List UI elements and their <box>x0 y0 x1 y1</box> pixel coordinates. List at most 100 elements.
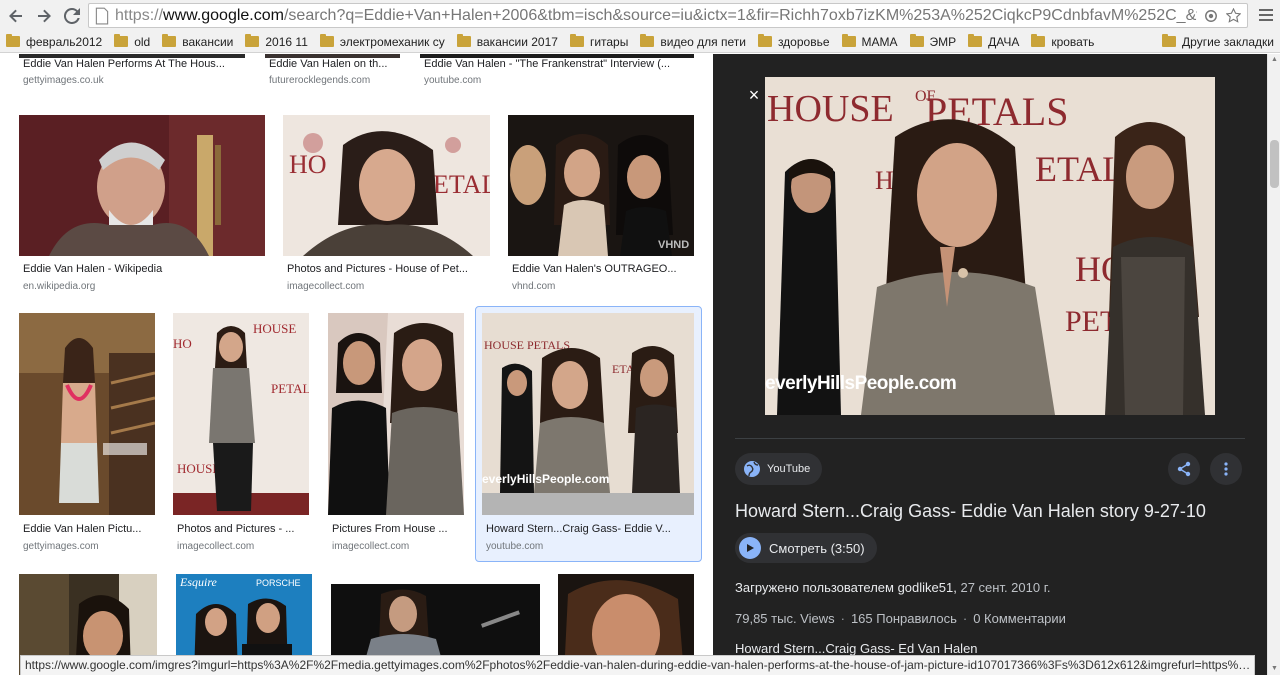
lens-icon[interactable] <box>1203 8 1219 24</box>
svg-text:HOUSE: HOUSE <box>767 88 894 130</box>
result-caption: Eddie Van Halen's OUTRAGEO... <box>512 263 677 275</box>
video-stats: 79,85 тыс. Views · 165 Понравилось · 0 Комме… <box>735 611 1066 626</box>
folder-icon <box>6 34 20 47</box>
result-thumbnail <box>19 115 265 256</box>
result-caption: Pictures From House ... <box>332 523 448 535</box>
reload-icon <box>64 7 80 24</box>
watch-label: Смотреть (3:50) <box>769 540 865 556</box>
share-icon <box>1177 461 1191 477</box>
page-scrollbar[interactable]: ▲ ▼ <box>1267 54 1280 675</box>
svg-text:Esquire: Esquire <box>179 575 218 589</box>
image-result[interactable]: HOUSE HO PETALS HOUSE Photos and Picture… <box>173 313 309 555</box>
result-source: youtube.com <box>424 75 482 86</box>
bookmark-folder[interactable]: ЭМР <box>904 31 963 53</box>
bookmark-folder[interactable]: вакансии 2017 <box>451 31 564 53</box>
folder-icon <box>968 34 983 47</box>
result-caption: Eddie Van Halen Performs At The Hous... <box>23 58 225 70</box>
bookmark-folder[interactable]: вакансии <box>156 31 239 53</box>
folder-icon <box>162 34 177 47</box>
image-result[interactable]: Eddie Van Halen Performs At The Hous... … <box>19 54 245 100</box>
bookmark-folder[interactable]: февраль2012 <box>0 31 108 53</box>
scrollbar-thumb[interactable] <box>1270 140 1279 188</box>
folder-icon <box>841 34 856 47</box>
image-result[interactable]: HO ETAL Photos and Pictures - House of P… <box>283 115 490 295</box>
comments-count: 0 Комментарии <box>973 611 1066 626</box>
address-bar[interactable]: https://www.google.com/search?q=Eddie+Va… <box>88 3 1248 28</box>
preview-photo: HOUSE OF PETALS HOUSE ETALS HOU PET <box>765 77 1215 415</box>
more-vert-icon <box>1224 462 1228 476</box>
image-result[interactable]: Eddie Van Halen on th... futurerocklegen… <box>265 54 400 100</box>
more-options-button[interactable] <box>1210 453 1242 485</box>
share-button[interactable] <box>1168 453 1200 485</box>
image-result[interactable]: Eddie Van Halen Pictu... gettyimages.com <box>19 313 155 555</box>
svg-text:ETAL: ETAL <box>433 170 490 199</box>
other-bookmarks[interactable]: Другие закладки <box>1156 31 1280 53</box>
result-source: imagecollect.com <box>332 541 410 552</box>
play-icon <box>739 537 761 559</box>
result-source: futurerocklegends.com <box>269 75 371 86</box>
result-thumbnail <box>19 313 155 515</box>
result-source: gettyimages.com <box>23 541 99 552</box>
image-results: Eddie Van Halen Performs At The Hous... … <box>0 54 713 675</box>
back-button[interactable] <box>4 4 28 28</box>
views-count: 79,85 тыс. Views <box>735 611 835 626</box>
folder-icon <box>909 34 924 47</box>
image-result[interactable]: Eddie Van Halen - Wikipedia en.wikipedia… <box>19 115 265 295</box>
result-source: imagecollect.com <box>177 541 255 552</box>
likes-count: 165 Понравилось <box>850 611 957 626</box>
bookmark-folder[interactable]: здоровье <box>752 31 836 53</box>
result-caption: Howard Stern...Craig Gass- Eddie V... <box>486 523 671 535</box>
svg-text:PETALS: PETALS <box>271 381 309 396</box>
folder-icon <box>245 34 260 47</box>
bookmark-folder[interactable]: old <box>108 31 156 53</box>
source-chip[interactable]: YouTube <box>735 453 823 485</box>
image-result-selected[interactable]: HOUSE PETALS ETALS everlyHillsPeople.com… <box>482 313 694 555</box>
preview-watermark: everlyHillsPeople.com <box>765 373 957 394</box>
folder-icon <box>1031 34 1046 47</box>
result-caption: Eddie Van Halen - Wikipedia <box>23 263 163 275</box>
result-thumbnail: HO ETAL <box>283 115 490 256</box>
status-bar-link-preview: https://www.google.com/imgres?imgurl=htt… <box>20 655 1256 675</box>
close-icon: × <box>748 85 760 105</box>
result-caption: Photos and Pictures - House of Pet... <box>287 263 468 275</box>
bookmark-folder[interactable]: МАМА <box>836 31 904 53</box>
bookmark-folder[interactable]: 2016 11 <box>239 31 314 53</box>
bookmark-folder[interactable]: электромеханик су <box>314 31 451 53</box>
scroll-down-icon[interactable]: ▼ <box>1270 665 1279 673</box>
svg-text:HO: HO <box>173 336 192 351</box>
folder-icon <box>1162 34 1177 47</box>
result-thumbnail <box>328 313 464 515</box>
svg-text:VHND: VHND <box>658 239 689 251</box>
image-result[interactable]: Pictures From House ... imagecollect.com <box>328 313 464 555</box>
folder-icon <box>114 34 129 47</box>
url-text: https://www.google.com/search?q=Eddie+Va… <box>115 6 1197 24</box>
result-caption: Eddie Van Halen on th... <box>269 58 388 70</box>
bookmark-folder[interactable]: гитары <box>564 31 634 53</box>
bookmark-star-icon[interactable] <box>1225 8 1241 24</box>
bookmarks-bar: февраль2012 old вакансии 2016 11 электро… <box>0 31 1280 53</box>
preview-image[interactable]: HOUSE OF PETALS HOUSE ETALS HOU PET <box>765 77 1215 415</box>
svg-text:HOUSE: HOUSE <box>177 461 220 476</box>
reload-button[interactable] <box>60 4 84 28</box>
scroll-up-icon[interactable]: ▲ <box>1270 56 1279 64</box>
svg-text:HOUSE PETALS: HOUSE PETALS <box>484 338 570 352</box>
forward-button[interactable] <box>32 4 56 28</box>
bookmark-folder[interactable]: кровать <box>1025 31 1100 53</box>
upload-info: Загружено пользователем godlike51, 27 се… <box>735 580 1051 595</box>
result-caption: Photos and Pictures - ... <box>177 523 295 535</box>
watch-button[interactable]: Смотреть (3:50) <box>735 533 877 563</box>
image-result[interactable]: Eddie Van Halen - "The Frankenstrat" Int… <box>420 54 694 100</box>
video-description: Howard Stern...Craig Gass- Ed Van Halen <box>735 641 978 656</box>
result-thumbnail: HOUSE PETALS ETALS everlyHillsPeople.com <box>482 313 694 515</box>
close-preview-button[interactable]: × <box>746 85 762 105</box>
browser-menu-button[interactable] <box>1258 7 1274 23</box>
preview-title[interactable]: Howard Stern...Craig Gass- Eddie Van Hal… <box>735 501 1255 522</box>
arrow-left-icon <box>9 9 22 22</box>
image-result[interactable]: VHND Eddie Van Halen's OUTRAGEO... vhnd.… <box>508 115 694 295</box>
bookmark-folder[interactable]: видео для пети <box>634 31 752 53</box>
bookmark-folder[interactable]: ДАЧА <box>962 31 1025 53</box>
folder-icon <box>319 34 334 47</box>
result-caption: Eddie Van Halen - "The Frankenstrat" Int… <box>424 58 671 70</box>
result-source: gettyimages.co.uk <box>23 75 104 86</box>
page-content: Eddie Van Halen Performs At The Hous... … <box>0 54 1280 675</box>
